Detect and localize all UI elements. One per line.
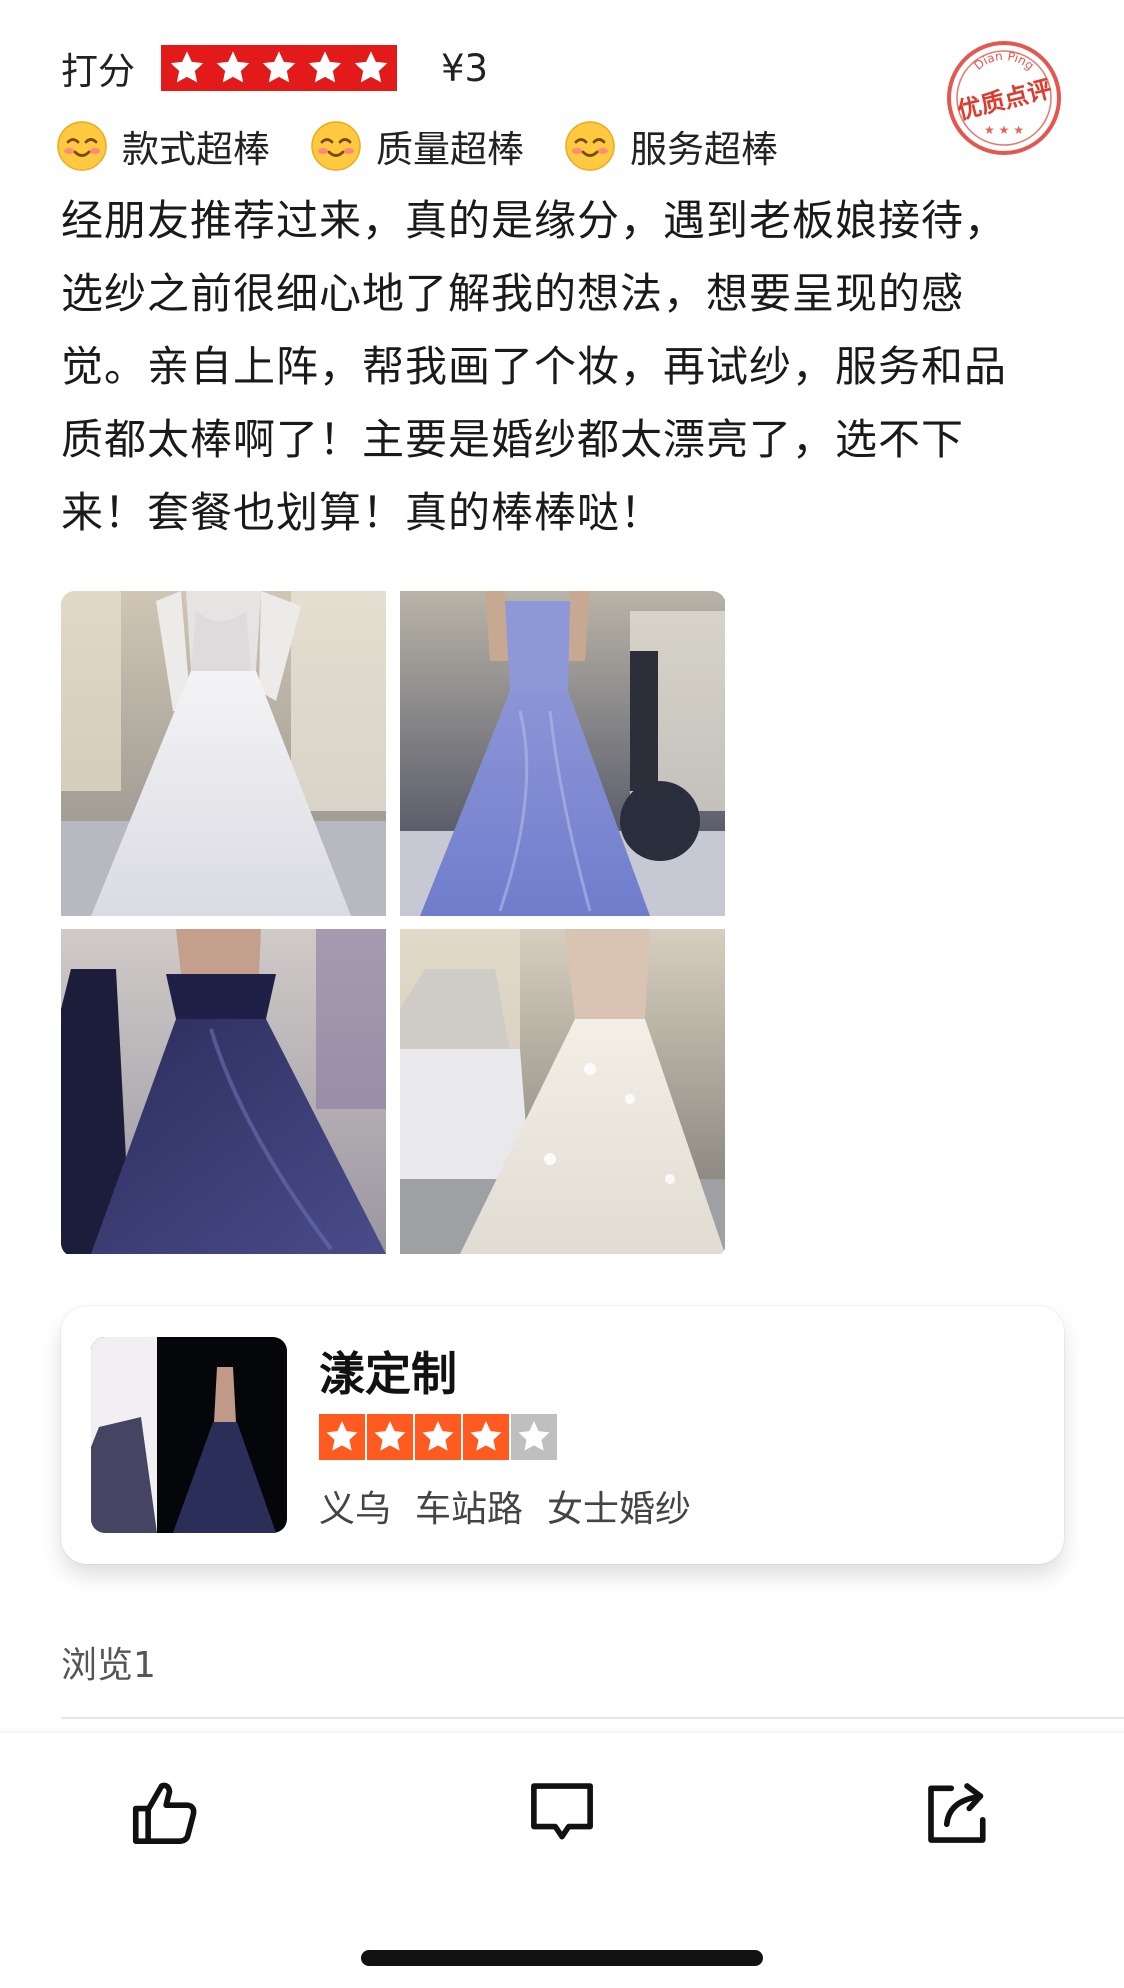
star-icon [319,1414,365,1460]
stamp-top-text: Dian Ping [971,49,1036,73]
review-line: 来！套餐也划算！真的棒棒哒！ [61,488,664,537]
comment-icon [531,1783,593,1840]
star-icon [256,45,302,91]
smile-emoji-icon [565,121,615,171]
share-button[interactable] [918,1773,998,1853]
rating-label: 打分 [61,50,135,93]
quality-review-stamp-icon: Dian Ping 优质点评 ★ ★ ★ [944,38,1064,158]
rating-stars [161,45,397,91]
tag-style: 款式超棒 [56,119,270,173]
tag-label: 质量超棒 [376,128,524,171]
review-line: 觉。亲自上阵，帮我画了个妆，再试纱，服务和品 [61,342,1008,391]
review-line: 质都太棒啊了！主要是婚纱都太漂亮了，选不下 [61,415,965,464]
stamp-main-text: 优质点评 [955,75,1055,125]
thumbs-up-icon [132,1782,197,1844]
navy-offshoulder-gown-photo[interactable] [61,929,386,1254]
shop-category: 女士婚纱 [547,1489,692,1530]
review-tags: 款式超棒 质量超棒 服务超棒 [56,118,818,174]
review-line: 经朋友推荐过来，真的是缘分，遇到老板娘接待， [61,196,1008,245]
shop-rating-stars [319,1414,559,1460]
tag-service: 服务超棒 [564,119,778,173]
svg-text:★ ★ ★: ★ ★ ★ [984,123,1024,137]
shop-card[interactable]: 漾定制 义乌 车站路 女士婚纱 [61,1306,1064,1564]
tag-label: 服务超棒 [630,128,778,171]
star-icon [302,45,348,91]
tag-label: 款式超棒 [122,128,270,171]
star-icon [463,1414,509,1460]
star-icon [164,45,210,91]
price: ¥3 [441,46,489,90]
comment-button[interactable] [522,1773,602,1853]
review-line: 选纱之前很细心地了解我的想法，想要呈现的感 [61,269,965,318]
view-count: 浏览1 [61,1645,156,1686]
star-icon [367,1414,413,1460]
star-icon [415,1414,461,1460]
shop-thumbnail [91,1337,287,1533]
home-indicator[interactable] [361,1950,763,1966]
like-button[interactable] [125,1773,205,1853]
shop-name: 漾定制 [319,1347,457,1401]
white-lace-gown-photo[interactable] [61,591,386,916]
smile-emoji-icon [311,121,361,171]
svg-text:Dian Ping: Dian Ping [971,49,1036,73]
star-empty-icon [511,1414,557,1460]
review-photo-grid [61,591,726,1257]
shop-street: 车站路 [415,1489,524,1530]
star-icon [348,45,394,91]
shop-meta: 义乌 车站路 女士婚纱 [319,1480,715,1532]
rating-row: 打分 ¥3 [61,40,488,96]
shop-city: 义乌 [319,1489,392,1530]
review-text: 经朋友推荐过来，真的是缘分，遇到老板娘接待， 选纱之前很细心地了解我的想法，想要… [61,184,1061,549]
ivory-tulle-gown-photo[interactable] [400,929,725,1254]
divider [61,1717,1124,1719]
lavender-gown-photo[interactable] [400,591,725,916]
tag-quality: 质量超棒 [310,119,524,173]
share-icon [928,1783,986,1843]
smile-emoji-icon [57,121,107,171]
star-icon [210,45,256,91]
